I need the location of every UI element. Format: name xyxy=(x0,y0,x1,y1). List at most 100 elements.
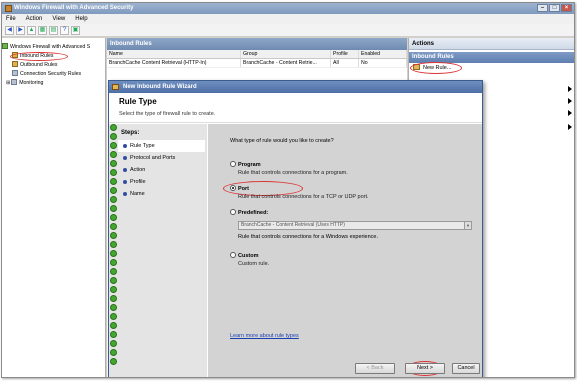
dialog-header: Rule Type Select the type of firewall ru… xyxy=(109,93,482,123)
back-arrow-icon[interactable]: ◀ xyxy=(5,26,14,35)
show-hide-tree-icon[interactable]: ▦ xyxy=(38,26,47,35)
step-dot-icon xyxy=(123,156,127,160)
window-titlebar: Windows Firewall with Advanced Security … xyxy=(2,3,574,14)
menu-view[interactable]: View xyxy=(52,14,65,24)
highlight-oval xyxy=(410,62,462,74)
step-dot-icon xyxy=(123,192,127,196)
help-icon[interactable]: ? xyxy=(60,26,69,35)
submenu-arrow-icon[interactable] xyxy=(568,86,572,92)
check-icon xyxy=(110,241,117,248)
chevron-down-icon[interactable]: ▼ xyxy=(464,222,471,229)
radio-program[interactable] xyxy=(230,161,236,167)
export-icon[interactable]: ▤ xyxy=(49,26,58,35)
column-profile[interactable]: Profile xyxy=(331,50,359,58)
check-icon xyxy=(110,349,117,356)
option-predefined[interactable]: Predefined: xyxy=(230,209,268,216)
check-icon xyxy=(110,358,117,365)
check-icon xyxy=(110,277,117,284)
column-enabled[interactable]: Enabled xyxy=(359,50,407,58)
radio-custom[interactable] xyxy=(230,252,236,258)
connection-security-icon xyxy=(12,70,18,76)
check-icon xyxy=(110,268,117,275)
cell-enabled: No xyxy=(359,59,407,67)
tree-item-outbound-rules[interactable]: Outbound Rules xyxy=(2,61,105,70)
submenu-arrow-icon[interactable] xyxy=(568,124,572,130)
menu-file[interactable]: File xyxy=(6,14,16,24)
column-name[interactable]: Name xyxy=(107,50,241,58)
minimize-button[interactable]: – xyxy=(537,4,548,12)
cell-group: BranchCache - Content Retrie... xyxy=(241,59,331,67)
dialog-title: New Inbound Rule Wizard xyxy=(123,84,197,90)
maximize-button[interactable]: □ xyxy=(549,4,560,12)
step-profile: Profile xyxy=(121,176,205,188)
new-inbound-rule-wizard: New Inbound Rule Wizard Rule Type Select… xyxy=(108,80,483,377)
step-name: Name xyxy=(121,188,205,200)
check-icon xyxy=(110,151,117,158)
forward-arrow-icon[interactable]: ▶ xyxy=(16,26,25,35)
firewall-icon xyxy=(2,43,8,49)
column-group[interactable]: Group xyxy=(241,50,331,58)
cell-profile: All xyxy=(331,59,359,67)
check-icon xyxy=(110,160,117,167)
check-icon xyxy=(110,187,117,194)
predefined-select[interactable]: BranchCache - Content Retrieval (Uses HT… xyxy=(238,221,472,230)
actions-title: Actions xyxy=(409,38,574,50)
properties-icon[interactable]: ▣ xyxy=(71,26,80,35)
submenu-arrow-icon[interactable] xyxy=(568,110,572,116)
cancel-button[interactable]: Cancel xyxy=(452,363,480,374)
check-icon xyxy=(110,295,117,302)
check-icon xyxy=(110,232,117,239)
up-folder-icon[interactable]: ▲ xyxy=(27,26,36,35)
menu-action[interactable]: Action xyxy=(26,14,43,24)
radio-predefined[interactable] xyxy=(230,209,236,215)
steps-title: Steps: xyxy=(121,130,140,136)
check-icon xyxy=(110,142,117,149)
check-icon xyxy=(110,250,117,257)
step-dot-icon xyxy=(123,180,127,184)
next-button[interactable]: Next > xyxy=(405,363,445,374)
option-port[interactable]: Port Rule that controls connections for … xyxy=(230,185,369,200)
close-button[interactable]: × xyxy=(561,4,572,12)
menu-help[interactable]: Help xyxy=(75,14,87,24)
tree-item-connection-security[interactable]: Connection Security Rules xyxy=(2,70,105,79)
table-row[interactable]: BranchCache Content Retrieval (HTTP-In) … xyxy=(107,59,407,68)
learn-more-link[interactable]: Learn more about rule types xyxy=(230,333,299,339)
expand-icon[interactable]: ⊞ xyxy=(6,80,10,86)
check-icon xyxy=(110,331,117,338)
tree-item-inbound-rules[interactable]: Inbound Rules xyxy=(2,52,105,61)
check-icons-column xyxy=(110,124,118,367)
check-icon xyxy=(110,214,117,221)
wizard-content: What type of rule would you like to crea… xyxy=(208,124,482,377)
step-dot-icon xyxy=(123,144,127,148)
navigation-tree: Windows Firewall with Advanced S Inbound… xyxy=(2,38,106,377)
check-icon xyxy=(110,196,117,203)
check-icon xyxy=(110,223,117,230)
check-icon xyxy=(110,205,117,212)
cell-name: BranchCache Content Retrieval (HTTP-In) xyxy=(107,59,241,67)
step-action: Action xyxy=(121,164,205,176)
step-rule-type: Rule Type xyxy=(118,140,205,152)
option-custom[interactable]: Custom Custom rule. xyxy=(230,252,269,267)
check-icon xyxy=(110,124,117,131)
back-button[interactable]: < Back xyxy=(355,363,395,374)
list-title: Inbound Rules xyxy=(107,38,407,50)
button-row: < Back Next > Cancel xyxy=(208,361,482,376)
page-title: Rule Type xyxy=(119,97,157,106)
step-dot-icon xyxy=(123,168,127,172)
question-text: What type of rule would you like to crea… xyxy=(230,138,334,144)
check-icon xyxy=(110,313,117,320)
new-rule-action[interactable]: New Rule... xyxy=(409,62,574,74)
radio-port[interactable] xyxy=(230,185,236,191)
tree-root[interactable]: Windows Firewall with Advanced S xyxy=(2,43,105,52)
steps-list: Steps: Rule Type Protocol and Ports Acti… xyxy=(118,130,205,200)
outbound-rules-icon xyxy=(12,61,18,67)
page-subtitle: Select the type of firewall rule to crea… xyxy=(119,111,216,117)
check-icon xyxy=(110,133,117,140)
tree-item-monitoring[interactable]: ⊞ Monitoring xyxy=(2,79,105,88)
monitoring-icon xyxy=(11,79,18,85)
dialog-titlebar: New Inbound Rule Wizard xyxy=(109,81,482,93)
option-program[interactable]: Program Rule that controls connections f… xyxy=(230,161,348,176)
check-icon xyxy=(110,259,117,266)
check-icon xyxy=(110,169,117,176)
submenu-arrow-icon[interactable] xyxy=(568,98,572,104)
